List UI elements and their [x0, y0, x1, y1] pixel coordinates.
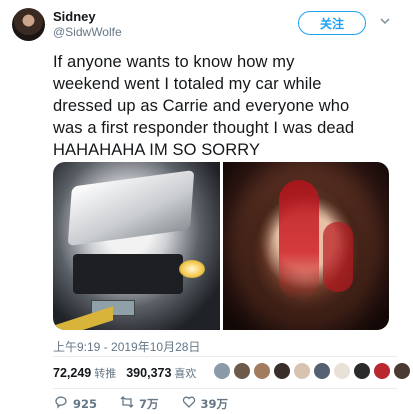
heart-icon — [181, 395, 197, 412]
like-button[interactable]: 39万 — [181, 395, 229, 412]
liker-avatar[interactable] — [334, 363, 350, 379]
liker-avatar[interactable] — [214, 363, 230, 379]
liker-avatar[interactable] — [374, 363, 390, 379]
reply-button[interactable]: 925 — [53, 395, 97, 412]
divider — [53, 388, 397, 389]
follow-button[interactable]: 关注 — [298, 11, 366, 35]
like-count: 39万 — [200, 396, 229, 411]
chevron-down-icon[interactable] — [378, 15, 392, 29]
wrecked-car-photo[interactable] — [53, 162, 220, 330]
blood-shape — [278, 180, 319, 300]
tweet-text: If anyone wants to know how my weekend w… — [53, 53, 355, 159]
engagement-stats: 72,249 转推 390,373 喜欢 — [53, 365, 206, 381]
blood-shape-2 — [322, 222, 353, 292]
likes-count[interactable]: 390,373 — [126, 366, 171, 380]
retweets-label[interactable]: 转推 — [94, 365, 116, 381]
chevron-down-icon-glyph — [380, 18, 390, 25]
media-grid — [53, 162, 389, 330]
tweet-timestamp[interactable]: 上午9:19 - 2019年10月28日 — [53, 338, 200, 355]
tweet-actions: 925 7万 39万 — [53, 395, 250, 412]
car-headlight-shape — [179, 260, 205, 278]
liker-avatar[interactable] — [394, 363, 410, 379]
retweet-icon — [119, 395, 135, 412]
liker-avatar[interactable] — [274, 363, 290, 379]
liker-avatar[interactable] — [314, 363, 330, 379]
liker-avatar[interactable] — [234, 363, 250, 379]
liker-avatar[interactable] — [294, 363, 310, 379]
retweet-count: 7万 — [139, 396, 159, 411]
retweets-count[interactable]: 72,249 — [53, 366, 91, 380]
liker-avatars — [214, 363, 410, 379]
likes-label[interactable]: 喜欢 — [174, 365, 196, 381]
retweet-button[interactable]: 7万 — [119, 395, 159, 412]
car-grill-shape — [73, 254, 183, 294]
liker-avatar[interactable] — [254, 363, 270, 379]
reply-icon — [53, 395, 69, 412]
divider — [53, 356, 397, 357]
author-name[interactable]: Sidney — [53, 9, 96, 24]
liker-avatar[interactable] — [354, 363, 370, 379]
reply-count: 925 — [73, 396, 98, 411]
author-handle[interactable]: @SidwWolfe — [53, 25, 122, 39]
road-line-shape — [53, 306, 113, 330]
car-hood-shape — [67, 169, 195, 247]
avatar[interactable] — [12, 8, 45, 41]
costume-face-photo[interactable] — [222, 162, 389, 330]
